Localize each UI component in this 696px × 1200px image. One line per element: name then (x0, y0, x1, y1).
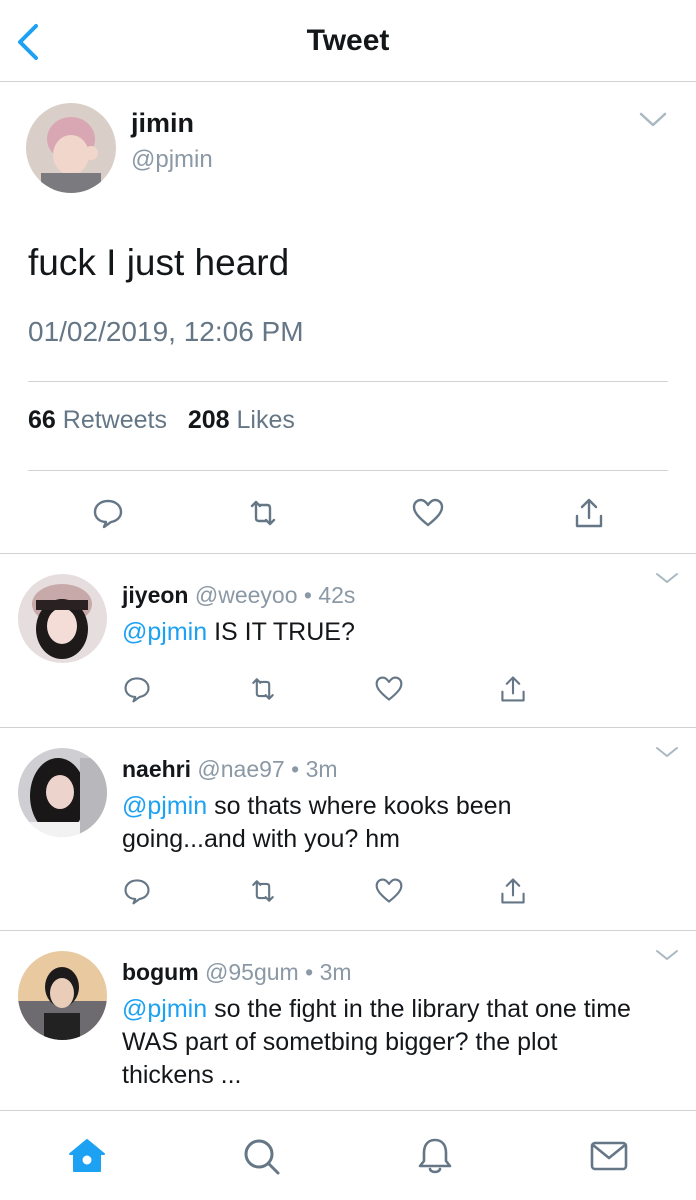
reply-actions (0, 876, 696, 910)
like-count: 208 (187, 406, 230, 434)
retweet-icon[interactable] (248, 674, 278, 704)
avatar[interactable] (18, 951, 107, 1040)
reply-tweet[interactable]: jiyeon @weeyoo • 42s @pjmin IS IT TRUE? (0, 554, 696, 728)
author-name[interactable]: jimin (131, 108, 194, 139)
retweet-icon[interactable] (246, 496, 280, 530)
notifications-icon[interactable] (414, 1135, 456, 1177)
reply-icon[interactable] (91, 496, 125, 530)
reply-header: naehri @nae97 • 3m (122, 756, 338, 783)
reply-time: 3m (305, 756, 338, 782)
retweet-icon[interactable] (248, 876, 278, 906)
reply-header: bogum @95gum • 3m (122, 959, 352, 986)
reply-time: 42s (318, 582, 356, 608)
reply-text: @pjmin so the fight in the library that … (122, 993, 642, 1092)
tweet-timestamp: 01/02/2019, 12:06 PM (28, 316, 304, 347)
tweet-stats: 66 Retweets 208 Likes (28, 406, 295, 435)
separator-dot: • (303, 582, 312, 608)
likes-stat[interactable]: 208 Likes (188, 406, 295, 434)
reply-text: @pjmin so thats where kooks been going..… (122, 790, 562, 856)
reply-icon[interactable] (122, 876, 152, 906)
reply-tweet[interactable]: naehri @nae97 • 3m @pjmin so thats where… (0, 728, 696, 931)
separator-dot: • (291, 756, 300, 782)
tweet-actions (0, 496, 696, 532)
reply-time: 3m (319, 959, 352, 985)
reply-tweet[interactable]: bogum @95gum • 3m @pjmin so the fight in… (0, 931, 696, 1111)
author-handle[interactable]: @pjmin (131, 146, 213, 174)
chevron-down-icon[interactable] (638, 110, 668, 130)
tweet-text: fuck I just heard (28, 242, 290, 283)
home-icon[interactable] (66, 1135, 108, 1177)
avatar[interactable] (18, 748, 107, 837)
like-icon[interactable] (374, 674, 404, 704)
like-label: Likes (236, 406, 295, 434)
avatar[interactable] (18, 574, 107, 663)
mention-link[interactable]: @pjmin (122, 792, 207, 820)
reply-actions (0, 674, 696, 708)
reply-handle[interactable]: @95gum (205, 959, 299, 985)
reply-handle[interactable]: @weeyoo (195, 582, 298, 608)
chevron-down-icon[interactable] (654, 947, 680, 963)
reply-handle[interactable]: @nae97 (197, 756, 284, 782)
retweets-stat[interactable]: 66 Retweets (28, 406, 167, 434)
share-icon[interactable] (572, 496, 606, 530)
reply-text: @pjmin IS IT TRUE? (122, 616, 672, 649)
share-icon[interactable] (498, 674, 528, 704)
reply-icon[interactable] (122, 674, 152, 704)
divider (28, 470, 668, 471)
reply-text-content: IS IT TRUE? (207, 618, 355, 646)
chevron-down-icon[interactable] (654, 744, 680, 760)
mention-link[interactable]: @pjmin (122, 618, 207, 646)
divider (28, 381, 668, 382)
tab-bar (0, 1110, 696, 1200)
reply-header: jiyeon @weeyoo • 42s (122, 582, 355, 609)
separator-dot: • (305, 959, 314, 985)
avatar[interactable] (26, 103, 116, 193)
like-icon[interactable] (374, 876, 404, 906)
retweet-label: Retweets (62, 406, 167, 434)
retweet-count: 66 (28, 406, 56, 434)
main-tweet: jimin @pjmin fuck I just heard 01/02/201… (0, 82, 696, 554)
page-title: Tweet (306, 24, 390, 57)
reply-author-name[interactable]: naehri (122, 756, 191, 782)
mention-link[interactable]: @pjmin (122, 995, 207, 1023)
messages-icon[interactable] (588, 1135, 630, 1177)
chevron-down-icon[interactable] (654, 570, 680, 586)
like-icon[interactable] (411, 496, 445, 530)
search-icon[interactable] (240, 1135, 282, 1177)
navigation-bar: Tweet (0, 0, 696, 82)
reply-author-name[interactable]: jiyeon (122, 582, 188, 608)
reply-author-name[interactable]: bogum (122, 959, 199, 985)
share-icon[interactable] (498, 876, 528, 906)
